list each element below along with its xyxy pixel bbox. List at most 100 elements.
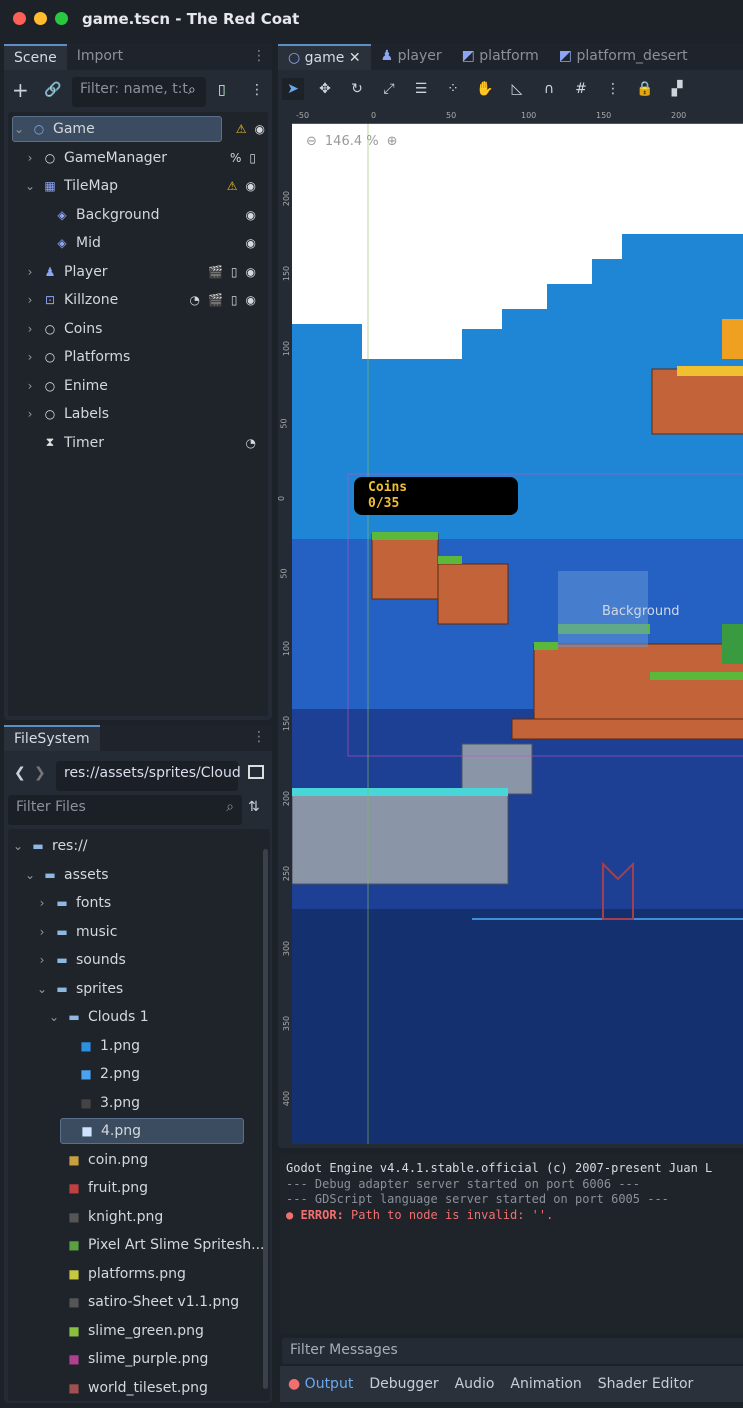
file-item[interactable]: ⌄ ▬ sprites [36, 976, 123, 1002]
scene-node-timer[interactable]: ⧗ Timer ◔ [24, 430, 264, 456]
file-item[interactable]: › ▬ fonts [36, 890, 112, 916]
file-item[interactable]: › ▬ sounds [36, 947, 126, 973]
chevron-down-icon[interactable]: ⌄ [24, 868, 36, 882]
tab-game[interactable]: ○ game ✕ [278, 44, 371, 70]
split-view-icon[interactable] [248, 765, 264, 779]
signal-icon[interactable]: ◔ [189, 293, 199, 307]
tab-shader-editor[interactable]: Shader Editor [598, 1376, 693, 1392]
file-item[interactable]: ■ satiro-Sheet v1.1.png [48, 1289, 239, 1315]
unique-name-icon[interactable]: % [230, 151, 241, 165]
signal-icon[interactable]: ◔ [246, 436, 256, 450]
viewport[interactable]: ⊖ 146.4 % ⊕ Coins 0/35 Background [292, 124, 743, 1144]
visibility-icon[interactable]: ◉ [246, 236, 256, 250]
maximize-window-button[interactable] [55, 12, 68, 25]
file-item[interactable]: ■ coin.png [48, 1147, 148, 1173]
warning-icon[interactable]: ⚠ [236, 122, 247, 136]
script-icon[interactable]: ▯ [249, 151, 256, 165]
chevron-right-icon[interactable]: › [24, 265, 36, 279]
file-item[interactable]: ■ slime_green.png [48, 1318, 204, 1344]
warning-icon[interactable]: ⚠ [227, 179, 238, 193]
file-item[interactable]: ■ Pixel Art Slime Spritesh... [48, 1232, 264, 1258]
visibility-icon[interactable]: ◉ [255, 122, 265, 136]
zoom-level[interactable]: 146.4 % [325, 134, 379, 149]
scene-node-killzone[interactable]: › ⊡ Killzone ◔ 🎬 ▯ ◉ [24, 287, 264, 313]
list-select-icon[interactable]: ☰ [410, 78, 432, 100]
file-item[interactable]: ⌄ ▬ assets [24, 862, 109, 888]
file-item[interactable]: ⌄ ▬ Clouds 1 [48, 1004, 149, 1030]
more-icon[interactable]: ⋮ [602, 78, 624, 100]
file-item[interactable]: ■ 2.png [60, 1061, 140, 1087]
visibility-icon[interactable]: ◉ [246, 179, 256, 193]
scene-node-gamemanager[interactable]: › ○ GameManager% ▯ [24, 145, 264, 171]
scrollbar[interactable] [263, 849, 268, 1389]
scene-node-platforms[interactable]: › ○ Platforms [24, 344, 264, 370]
group-icon[interactable]: ▞ [666, 78, 688, 100]
filter-messages-input[interactable]: Filter Messages [282, 1338, 743, 1364]
forward-button[interactable]: ❯ [34, 765, 46, 781]
grid-snap-icon[interactable]: # [570, 78, 592, 100]
file-item[interactable]: ■ 1.png [60, 1033, 140, 1059]
tab-animation[interactable]: Animation [510, 1376, 581, 1392]
move-tool-icon[interactable]: ✥ [314, 78, 336, 100]
scene-node-mid[interactable]: ◈ Mid ◉ [36, 230, 264, 256]
chevron-right-icon[interactable]: › [24, 407, 36, 421]
file-item[interactable]: ■ knight.png [48, 1204, 163, 1230]
close-tab-icon[interactable]: ✕ [344, 50, 361, 66]
scene-node-enime[interactable]: › ○ Enime [24, 373, 264, 399]
chevron-right-icon[interactable]: › [24, 379, 36, 393]
tab-output[interactable]: ● Output [288, 1376, 353, 1392]
scene-node-labels[interactable]: › ○ Labels [24, 401, 264, 427]
dock-menu-icon[interactable]: ⋮ [246, 725, 272, 751]
sort-icon[interactable]: ⇅ [248, 799, 260, 815]
path-field[interactable]: res://assets/sprites/Cloud [56, 761, 241, 791]
zoom-in-button[interactable]: ⊕ [387, 134, 398, 149]
file-item[interactable]: ⌄ ▬ res:// [12, 833, 88, 859]
script-icon[interactable]: ▯ [231, 293, 238, 307]
tab-debugger[interactable]: Debugger [369, 1376, 438, 1392]
file-item[interactable]: ■ slime_purple.png [48, 1346, 208, 1372]
chevron-down-icon[interactable]: ⌄ [48, 1010, 60, 1024]
scene-node-background[interactable]: ◈ Background ◉ [36, 202, 264, 228]
zoom-out-button[interactable]: ⊖ [306, 134, 317, 149]
chevron-down-icon[interactable]: ⌄ [36, 982, 48, 996]
close-window-button[interactable] [13, 12, 26, 25]
scale-tool-icon[interactable]: ⤢ [378, 78, 400, 100]
chevron-right-icon[interactable]: › [36, 953, 48, 967]
back-button[interactable]: ❮ [14, 765, 26, 781]
pan-tool-icon[interactable]: ✋ [474, 78, 496, 100]
ruler-tool-icon[interactable]: ◺ [506, 78, 528, 100]
file-item[interactable]: ■ platforms.png [48, 1261, 186, 1287]
script-icon[interactable]: ▯ [231, 265, 238, 279]
tab-platform_desert[interactable]: ◩ platform_desert [549, 44, 698, 70]
tab-scene[interactable]: Scene [4, 44, 67, 70]
more-icon[interactable]: ⋮ [250, 82, 264, 98]
rotate-tool-icon[interactable]: ↻ [346, 78, 368, 100]
file-item[interactable]: ■ world_tileset.png [48, 1375, 208, 1401]
scene-node-coins[interactable]: › ○ Coins [24, 316, 264, 342]
file-item[interactable]: › ▬ music [36, 919, 118, 945]
chevron-down-icon[interactable]: ⌄ [24, 179, 36, 193]
visibility-icon[interactable]: ◉ [246, 208, 256, 222]
scene-node-game[interactable]: ⌄ ○ Game ⚠ ◉ [12, 116, 265, 142]
smart-snap-icon[interactable]: ∩ [538, 78, 560, 100]
filter-files-input[interactable]: Filter Files ⌕ [8, 795, 242, 825]
chevron-right-icon[interactable]: › [24, 151, 36, 165]
scene-instance-icon[interactable]: 🎬 [208, 265, 223, 279]
scene-instance-icon[interactable]: 🎬 [208, 293, 223, 307]
pivot-tool-icon[interactable]: ⁘ [442, 78, 464, 100]
attach-script-icon[interactable]: ▯ [218, 82, 226, 98]
chevron-right-icon[interactable]: › [36, 925, 48, 939]
tab-audio[interactable]: Audio [455, 1376, 495, 1392]
chevron-right-icon[interactable]: › [36, 896, 48, 910]
tab-import[interactable]: Import [67, 44, 133, 70]
scene-filter-input[interactable]: Filter: name, t:t [72, 77, 206, 107]
chevron-right-icon[interactable]: › [24, 322, 36, 336]
file-item[interactable]: ■ fruit.png [48, 1175, 148, 1201]
lock-icon[interactable]: 🔒 [634, 78, 656, 100]
dock-menu-icon[interactable]: ⋮ [246, 44, 272, 70]
minimize-window-button[interactable] [34, 12, 47, 25]
chevron-right-icon[interactable]: › [24, 293, 36, 307]
tab-platform[interactable]: ◩ platform [452, 44, 549, 70]
link-icon[interactable]: 🔗 [44, 82, 61, 98]
file-item[interactable]: ■ 3.png [60, 1090, 140, 1116]
